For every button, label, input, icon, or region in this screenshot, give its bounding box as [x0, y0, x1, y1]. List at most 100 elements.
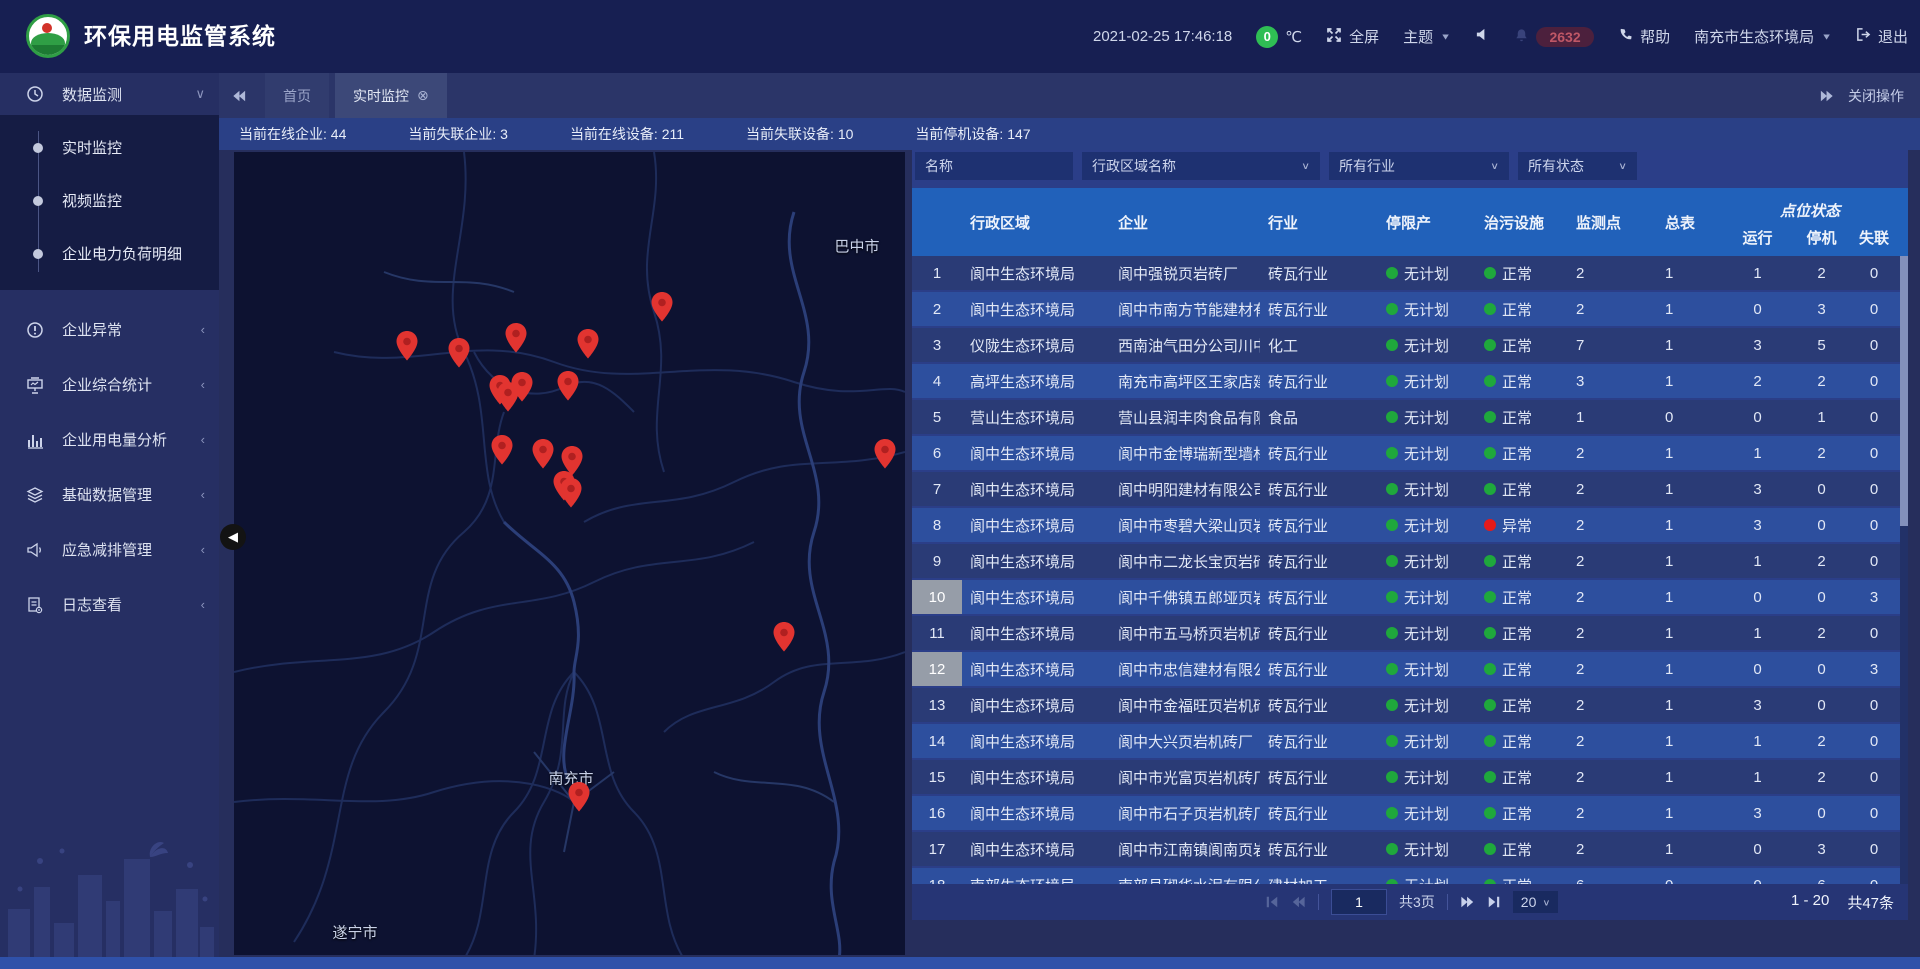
- cell-text: 阆中市忠信建材有限公: [1118, 659, 1260, 680]
- table-row[interactable]: 4高坪生态环境局南充市高坪区王家店建砖瓦行业无计划正常31220: [912, 364, 1908, 400]
- map-pin[interactable]: [651, 292, 673, 322]
- status-dot-green: [1484, 663, 1496, 675]
- table-row[interactable]: 12阆中生态环境局阆中市忠信建材有限公砖瓦行业无计划正常21003: [912, 652, 1908, 688]
- fullscreen-button[interactable]: 全屏: [1326, 26, 1379, 47]
- sidebar-collapse-button[interactable]: ◀: [220, 524, 246, 550]
- alert-icon: [26, 321, 48, 339]
- table-row[interactable]: 13阆中生态环境局阆中市金福旺页岩机砖砖瓦行业无计划正常21300: [912, 688, 1908, 724]
- cell-text: 6: [933, 445, 941, 462]
- sidebar-item-应急减排管理[interactable]: 应急减排管理‹: [0, 522, 219, 577]
- map-pin[interactable]: [577, 329, 599, 359]
- page-size-select[interactable]: 20 ∨: [1513, 891, 1559, 913]
- last-page-button[interactable]: [1487, 895, 1501, 909]
- cell-text: 砖瓦行业: [1268, 587, 1328, 608]
- table-row[interactable]: 9阆中生态环境局阆中市二龙长宝页岩砖砖瓦行业无计划正常21120: [912, 544, 1908, 580]
- sidebar-item-企业用电量分析[interactable]: 企业用电量分析‹: [0, 412, 219, 467]
- table-row[interactable]: 2阆中生态环境局阆中市南方节能建材有砖瓦行业无计划正常21030: [912, 292, 1908, 328]
- cell-text: 阆中生态环境局: [970, 767, 1075, 788]
- cell-lost: 0: [1848, 688, 1900, 722]
- name-filter-input[interactable]: [915, 152, 1073, 180]
- first-page-button[interactable]: [1265, 895, 1279, 909]
- app-header: 环保用电监管系统 2021-02-25 17:46:18 0 ℃ 全屏 主题▼ …: [0, 0, 1920, 73]
- table-row[interactable]: 5营山生态环境局营山县润丰肉食品有限食品无计划正常10010: [912, 400, 1908, 436]
- cell-industry: 砖瓦行业: [1260, 688, 1360, 722]
- map-pin[interactable]: [511, 372, 533, 402]
- tab-scroll-right-button[interactable]: [1820, 89, 1834, 103]
- cell-text: 砖瓦行业: [1268, 551, 1328, 572]
- table-row[interactable]: 15阆中生态环境局阆中市光富页岩机砖厂砖瓦行业无计划正常21120: [912, 760, 1908, 796]
- map-canvas[interactable]: 巴中市南充市遂宁市: [234, 152, 905, 955]
- temperature-unit: ℃: [1285, 28, 1302, 46]
- table-row[interactable]: 7阆中生态环境局阆中明阳建材有限公司砖瓦行业无计划正常21300: [912, 472, 1908, 508]
- close-operations-button[interactable]: 关闭操作: [1848, 86, 1904, 106]
- status-dot-green: [1484, 807, 1496, 819]
- table-row[interactable]: 14阆中生态环境局阆中大兴页岩机砖厂砖瓦行业无计划正常21120: [912, 724, 1908, 760]
- table-row[interactable]: 16阆中生态环境局阆中市石子页岩机砖厂砖瓦行业无计划正常21300: [912, 796, 1908, 832]
- theme-dropdown[interactable]: 主题▼: [1403, 26, 1451, 47]
- map-pin[interactable]: [557, 371, 579, 401]
- cell-text: 砖瓦行业: [1268, 731, 1328, 752]
- column-header-总表: 总表: [1640, 188, 1720, 256]
- cell-meters: 1: [1640, 436, 1720, 470]
- status-filter-select[interactable]: 所有状态 ∨: [1518, 152, 1637, 180]
- cell-company: 阆中市金博瑞新型墙材: [1110, 436, 1260, 470]
- logout-button[interactable]: 退出: [1856, 26, 1908, 47]
- cell-text: 阆中大兴页岩机砖厂: [1118, 731, 1253, 752]
- mute-button[interactable]: [1475, 27, 1490, 46]
- map-pin[interactable]: [568, 782, 590, 812]
- table-row[interactable]: 18南部生态环境局南部县砌华水泥有限公建材加工无计划正常60060: [912, 868, 1908, 884]
- cell-text: 阆中明阳建材有限公司: [1118, 479, 1260, 500]
- prev-page-button[interactable]: [1291, 895, 1306, 909]
- cell-text: 正常: [1502, 443, 1532, 464]
- table-row[interactable]: 3仪陇生态环境局西南油气田分公司川中化工无计划正常71350: [912, 328, 1908, 364]
- sidebar-subitem-实时监控[interactable]: 实时监控: [0, 121, 219, 174]
- cell-no: 17: [912, 832, 962, 866]
- status-dot-green: [1484, 267, 1496, 279]
- next-page-button[interactable]: [1460, 895, 1475, 909]
- sidebar-subitem-视频监控[interactable]: 视频监控: [0, 174, 219, 227]
- industry-filter-select[interactable]: 所有行业 ∨: [1329, 152, 1509, 180]
- sidebar-item-企业异常[interactable]: 企业异常‹: [0, 302, 219, 357]
- region-filter-select[interactable]: 行政区域名称 ∨: [1082, 152, 1320, 180]
- datetime: 2021-02-25 17:46:18: [1093, 28, 1232, 45]
- page-input[interactable]: [1331, 889, 1387, 915]
- sidebar-item-基础数据管理[interactable]: 基础数据管理‹: [0, 467, 219, 522]
- cell-text: 无计划: [1404, 803, 1449, 824]
- table-row[interactable]: 17阆中生态环境局阆中市江南镇阆南页岩砖瓦行业无计划正常21030: [912, 832, 1908, 868]
- cell-facility: 正常: [1460, 796, 1560, 830]
- cell-company: 阆中市石子页岩机砖厂: [1110, 796, 1260, 830]
- close-icon[interactable]: ⊗: [417, 87, 429, 104]
- map-pin[interactable]: [560, 478, 582, 508]
- cell-text: 无计划: [1404, 479, 1449, 500]
- notifications[interactable]: 2632: [1514, 27, 1594, 47]
- map-pin[interactable]: [505, 323, 527, 353]
- tab-首页[interactable]: 首页: [265, 73, 329, 118]
- table-scrollbar-thumb[interactable]: [1900, 256, 1908, 526]
- sidebar-item-日志查看[interactable]: 日志查看‹: [0, 577, 219, 632]
- tab-scroll-left-button[interactable]: [219, 73, 259, 118]
- map-pin[interactable]: [396, 331, 418, 361]
- table-row[interactable]: 11阆中生态环境局阆中市五马桥页岩机砖砖瓦行业无计划正常21120: [912, 616, 1908, 652]
- map-pin[interactable]: [491, 435, 513, 465]
- cell-plan: 无计划: [1360, 580, 1460, 614]
- sidebar-item-企业综合统计[interactable]: 企业综合统计‹: [0, 357, 219, 412]
- cell-text: 0: [1870, 733, 1878, 750]
- table-row[interactable]: 8阆中生态环境局阆中市枣碧大梁山页岩砖瓦行业无计划异常21300: [912, 508, 1908, 544]
- map-pin[interactable]: [532, 439, 554, 469]
- table-row[interactable]: 1阆中生态环境局阆中强锐页岩砖厂砖瓦行业无计划正常21120: [912, 256, 1908, 292]
- table-row[interactable]: 6阆中生态环境局阆中市金博瑞新型墙材砖瓦行业无计划正常21120: [912, 436, 1908, 472]
- map-pin[interactable]: [874, 439, 896, 469]
- sidebar-subitem-企业电力负荷明细[interactable]: 企业电力负荷明细: [0, 227, 219, 280]
- chevron-left-icon: ‹: [201, 487, 205, 502]
- cell-text: 南部生态环境局: [970, 875, 1075, 885]
- map-pin[interactable]: [773, 622, 795, 652]
- cell-text: 0: [1870, 445, 1878, 462]
- user-dropdown[interactable]: 南充市生态环境局▼: [1694, 26, 1832, 47]
- table-row[interactable]: 10阆中生态环境局阆中千佛镇五郎垭页岩砖瓦行业无计划正常21003: [912, 580, 1908, 616]
- sidebar-item-数据监测[interactable]: 数据监测∨: [0, 73, 219, 115]
- tab-实时监控[interactable]: 实时监控⊗: [335, 73, 447, 118]
- sidebar-subitem-label: 视频监控: [62, 190, 122, 211]
- help-button[interactable]: 帮助: [1618, 26, 1670, 47]
- cell-plan: 无计划: [1360, 400, 1460, 434]
- map-pin[interactable]: [448, 338, 470, 368]
